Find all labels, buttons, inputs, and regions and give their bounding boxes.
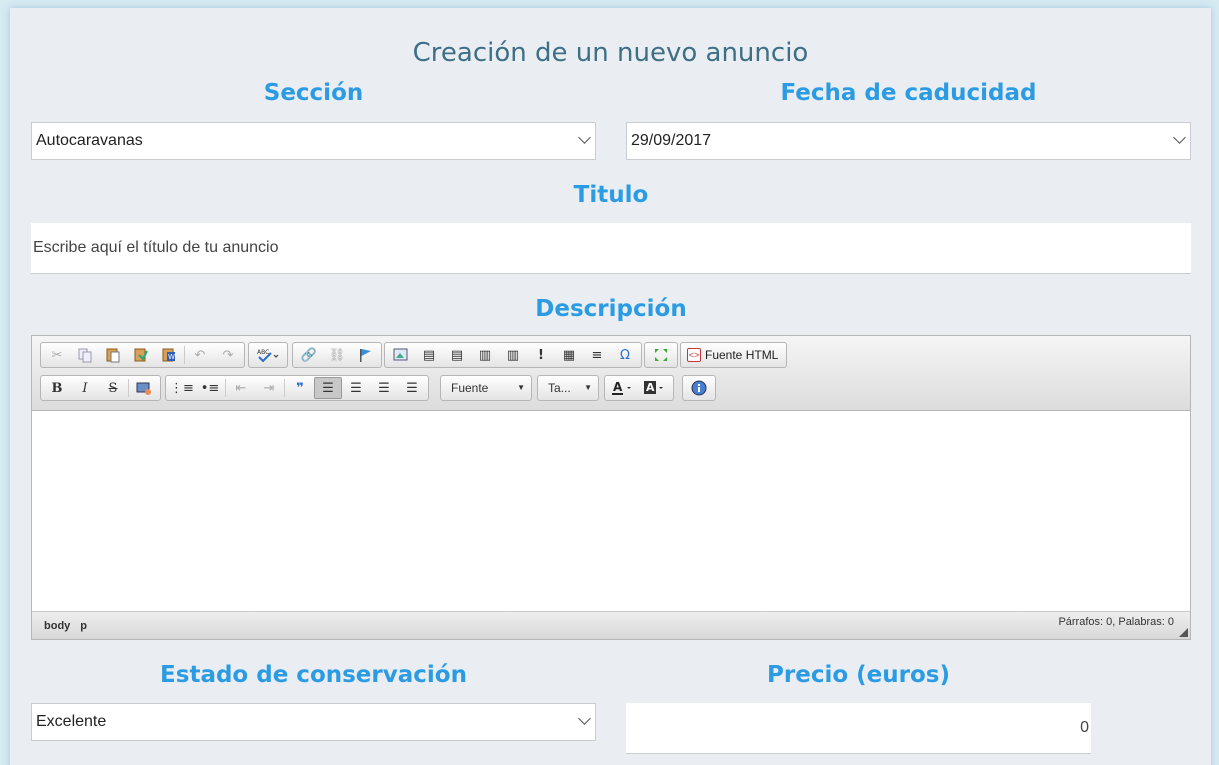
titulo-input[interactable]: Escribe aquí el título de tu anuncio: [31, 223, 1191, 274]
paste-word-icon[interactable]: W: [155, 344, 183, 366]
color-group: A A: [604, 375, 674, 401]
chevron-down-icon: [578, 712, 591, 725]
bulleted-list-icon[interactable]: •≡: [196, 377, 224, 399]
fecha-select[interactable]: 29/09/2017: [626, 122, 1191, 160]
source-html-label: Fuente HTML: [705, 348, 779, 362]
chevron-down-icon: [578, 131, 591, 144]
maximize-icon[interactable]: [647, 344, 675, 366]
font-combo[interactable]: Fuente ▼: [440, 375, 532, 401]
clipboard-group: ✂ W ↶ ↷: [40, 342, 245, 368]
precio-input[interactable]: 0: [626, 703, 1091, 754]
font-combo-label: Fuente: [451, 381, 489, 395]
bold-button[interactable]: B: [43, 377, 71, 399]
special-char-icon[interactable]: Ω: [611, 344, 639, 366]
estado-label: Estado de conservación: [160, 662, 467, 688]
precio-label: Precio (euros): [767, 662, 950, 688]
image-icon[interactable]: [387, 344, 415, 366]
seccion-value: Autocaravanas: [36, 132, 143, 149]
insert-group: ▤ ▤ ▥ ▥ ! ▦ ≡ Ω: [384, 342, 642, 368]
spellcheck-icon[interactable]: ABC: [251, 344, 285, 366]
paste-icon[interactable]: [99, 344, 127, 366]
columns-2-icon[interactable]: ▥: [471, 344, 499, 366]
element-path: body p: [44, 620, 87, 632]
link-group: 🔗 ⛓: [292, 342, 382, 368]
editor-content-area[interactable]: [32, 411, 1190, 611]
unlink-icon[interactable]: ⛓: [323, 344, 351, 366]
indent-icon[interactable]: ⇥: [255, 377, 283, 399]
info-icon[interactable]: [685, 377, 713, 399]
path-body[interactable]: body: [44, 620, 70, 632]
precio-value: 0: [1080, 719, 1089, 736]
editor-toolbar: ✂ W ↶ ↷ ABC 🔗 ⛓ ▤ ▤ ▥ ▥ ! ▦ ≡ Ω <> Fuent…: [32, 336, 1190, 411]
anchor-flag-icon[interactable]: [351, 344, 379, 366]
word-count: Párrafos: 0, Palabras: 0: [1058, 616, 1174, 628]
table-icon[interactable]: ▦: [555, 344, 583, 366]
fecha-value: 29/09/2017: [631, 132, 712, 149]
float-right-icon[interactable]: ▤: [443, 344, 471, 366]
spellcheck-group: ABC: [248, 342, 288, 368]
blockquote-icon[interactable]: ❞: [286, 377, 314, 399]
list-group: ⋮≡ •≡ ⇤ ⇥ ❞ ☰ ☰ ☰ ☰: [165, 375, 429, 401]
titulo-label: Titulo: [573, 182, 649, 208]
svg-text:ABC: ABC: [257, 349, 269, 356]
seccion-label: Sección: [263, 80, 364, 106]
text-color-icon[interactable]: A: [607, 377, 639, 399]
cut-icon[interactable]: ✂: [43, 344, 71, 366]
estado-select[interactable]: Excelente: [31, 703, 596, 741]
columns-3-icon[interactable]: ▥: [499, 344, 527, 366]
copy-icon[interactable]: [71, 344, 99, 366]
dropdown-arrow-icon: ▼: [584, 383, 592, 392]
align-left-icon[interactable]: ☰: [314, 377, 342, 399]
source-html-button[interactable]: <> Fuente HTML: [683, 348, 784, 362]
rich-text-editor: ✂ W ↶ ↷ ABC 🔗 ⛓ ▤ ▤ ▥ ▥ ! ▦ ≡ Ω <> Fuent…: [31, 335, 1191, 640]
outdent-icon[interactable]: ⇤: [227, 377, 255, 399]
fecha-label: Fecha de caducidad: [780, 80, 1037, 106]
size-combo[interactable]: Ta... ▼: [537, 375, 599, 401]
paste-text-icon[interactable]: [127, 344, 155, 366]
background-color-icon[interactable]: A: [639, 377, 671, 399]
horizontal-rule-icon[interactable]: ≡: [583, 344, 611, 366]
important-icon[interactable]: !: [527, 344, 555, 366]
path-p[interactable]: p: [80, 620, 87, 632]
svg-text:A: A: [646, 381, 655, 394]
size-combo-label: Ta...: [548, 381, 571, 395]
svg-text:A: A: [613, 380, 623, 394]
maximize-group: [644, 342, 678, 368]
titulo-placeholder: Escribe aquí el título de tu anuncio: [33, 239, 279, 256]
seccion-select[interactable]: Autocaravanas: [31, 122, 596, 160]
align-center-icon[interactable]: ☰: [342, 377, 370, 399]
dropdown-arrow-icon: ▼: [517, 383, 525, 392]
page-title: Creación de un nuevo anuncio: [412, 38, 809, 68]
svg-text:W: W: [168, 353, 175, 361]
redo-icon[interactable]: ↷: [214, 344, 242, 366]
source-code-icon: <>: [687, 348, 701, 362]
float-left-icon[interactable]: ▤: [415, 344, 443, 366]
resize-grip-icon[interactable]: [1179, 628, 1188, 637]
descripcion-label: Descripción: [535, 296, 687, 322]
align-right-icon[interactable]: ☰: [370, 377, 398, 399]
remove-format-icon[interactable]: [130, 377, 158, 399]
italic-button[interactable]: I: [71, 377, 99, 399]
basic-styles-group: B I S: [40, 375, 161, 401]
numbered-list-icon[interactable]: ⋮≡: [168, 377, 196, 399]
chevron-down-icon: [1173, 131, 1186, 144]
editor-statusbar: body p Párrafos: 0, Palabras: 0: [32, 611, 1190, 639]
source-group: <> Fuente HTML: [680, 342, 788, 368]
about-group: [682, 375, 716, 401]
link-icon[interactable]: 🔗: [295, 344, 323, 366]
form-panel: Creación de un nuevo anuncio Sección Aut…: [10, 8, 1211, 765]
align-justify-icon[interactable]: ☰: [398, 377, 426, 399]
strike-button[interactable]: S: [99, 377, 127, 399]
estado-value: Excelente: [36, 713, 107, 730]
undo-icon[interactable]: ↶: [186, 344, 214, 366]
